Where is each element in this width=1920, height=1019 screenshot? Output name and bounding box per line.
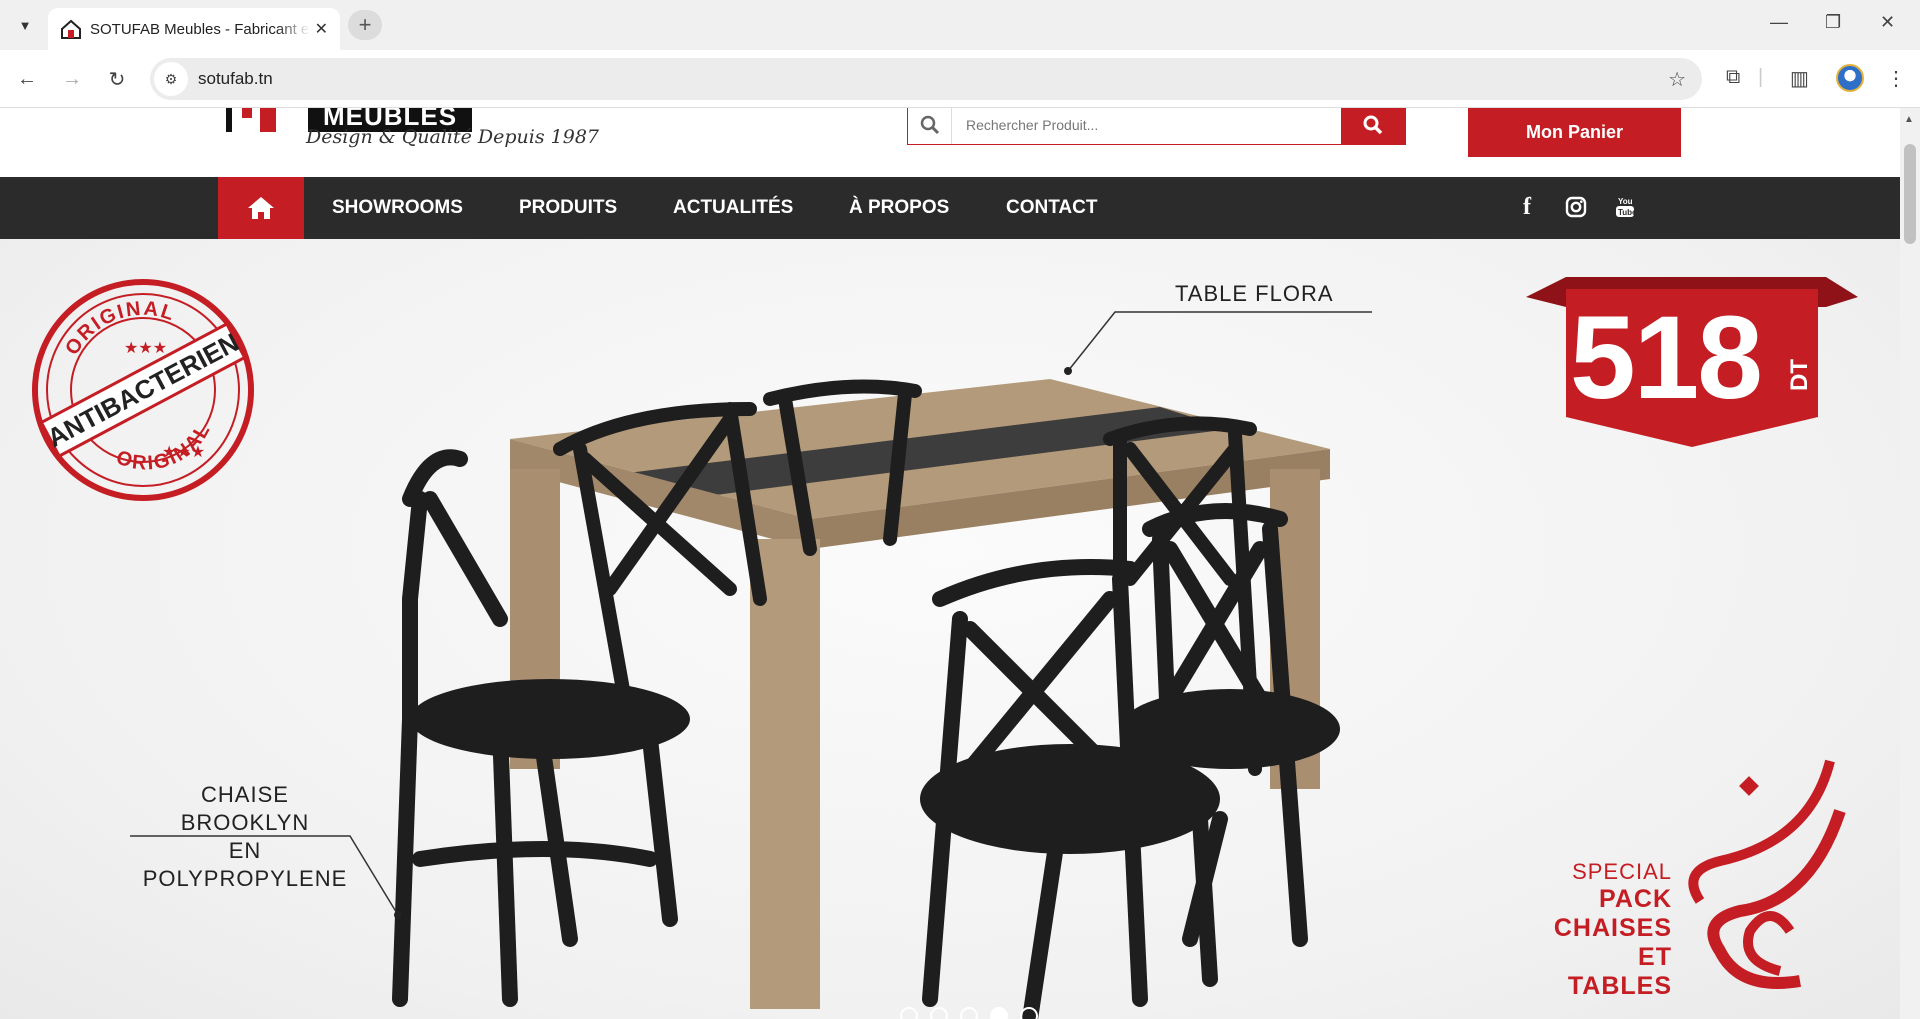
search-submit-button[interactable] (1341, 108, 1405, 144)
special-line-2: PACK (1599, 885, 1672, 913)
page-scrollbar[interactable]: ▲ (1900, 108, 1920, 1019)
new-tab-button[interactable]: + (348, 10, 382, 40)
youtube-icon[interactable]: You Tube (1611, 193, 1639, 221)
logo-tagline: Design & Qualité Depuis 1987 (306, 126, 600, 148)
close-window-icon[interactable]: ✕ (1880, 12, 1895, 33)
price-value: 518 (1570, 292, 1763, 424)
carousel-dot[interactable] (900, 1007, 918, 1019)
tab-search-chevron-icon[interactable]: ▼ (10, 10, 40, 40)
url-text[interactable]: sotufab.tn (198, 69, 273, 89)
scroll-thumb[interactable] (1904, 144, 1916, 244)
home-icon (248, 197, 274, 219)
search-input[interactable] (952, 108, 1341, 144)
back-icon[interactable]: ← (12, 64, 42, 94)
carousel-dots (900, 1007, 1038, 1019)
search-icon (908, 108, 952, 144)
logo-mark-icon[interactable] (220, 108, 292, 132)
search-submit-icon (1363, 115, 1383, 135)
carousel-dot[interactable] (1020, 1007, 1038, 1019)
main-navigation: SHOWROOMS PRODUITS ACTUALITÉS À PROPOS C… (0, 177, 1900, 239)
site-header: MEUBLES Design & Qualité Depuis 1987 Mon… (0, 108, 1900, 177)
house-favicon-icon (61, 19, 81, 39)
svg-text:You: You (1618, 197, 1633, 206)
special-line-4: ET TABLES (1567, 943, 1672, 1000)
site-info-icon[interactable]: ⚙ (154, 62, 188, 96)
forward-icon[interactable]: → (57, 64, 87, 94)
facebook-icon[interactable]: f (1513, 193, 1541, 221)
scroll-up-arrow-icon[interactable]: ▲ (1904, 114, 1914, 125)
browser-toolbar: ← → ↻ ⚙ sotufab.tn ☆ ⧉ | ▥ ⋮ (0, 50, 1920, 108)
nav-home-button[interactable] (218, 177, 304, 239)
chair-callout-label: CHAISE BROOKLYN EN POLYPROPYLENE (140, 781, 350, 893)
bookmark-star-icon[interactable]: ☆ (1668, 67, 1686, 92)
nav-item-produits[interactable]: PRODUITS (519, 177, 617, 239)
carousel-dot-active[interactable] (990, 1007, 1008, 1019)
nav-item-a-propos[interactable]: À PROPOS (849, 177, 949, 239)
nav-item-showrooms[interactable]: SHOWROOMS (332, 177, 463, 239)
carousel-dot[interactable] (960, 1007, 978, 1019)
browser-menu-icon[interactable]: ⋮ (1886, 66, 1906, 91)
price-currency: DT (1786, 359, 1813, 391)
special-line-1: SPECIAL (1572, 859, 1672, 884)
restore-icon[interactable]: ❐ (1825, 12, 1841, 33)
carousel-dot[interactable] (930, 1007, 948, 1019)
nav-item-actualites[interactable]: ACTUALITÉS (673, 177, 793, 239)
minimize-icon[interactable]: — (1770, 12, 1788, 33)
chair-callout-line-1: CHAISE BROOKLYN (180, 782, 310, 835)
special-pack-text: SPECIAL PACK CHAISES ET TABLES (1530, 859, 1672, 1001)
tab-close-icon[interactable]: ✕ (315, 19, 328, 39)
browser-tab[interactable]: SOTUFAB Meubles - Fabricant et ✕ (48, 8, 340, 50)
ramadan-calligraphy-logo (1688, 759, 1846, 989)
tab-title: SOTUFAB Meubles - Fabricant et (90, 20, 310, 38)
address-bar[interactable]: ⚙ sotufab.tn ☆ (150, 58, 1702, 100)
cart-button[interactable]: Mon Panier (1468, 108, 1681, 157)
nav-item-contact[interactable]: CONTACT (1006, 177, 1097, 239)
special-line-3: CHAISES (1553, 914, 1672, 942)
reload-icon[interactable]: ↻ (102, 64, 132, 94)
svg-text:Tube: Tube (1618, 208, 1635, 217)
instagram-icon[interactable] (1562, 193, 1590, 221)
extensions-icon[interactable]: ⧉ (1726, 66, 1740, 89)
website-viewport: MEUBLES Design & Qualité Depuis 1987 Mon… (0, 108, 1900, 1019)
hero-banner[interactable]: ORIGINAL ANTIBACTERIEN ORIGINAL ★★★ ★★★ (0, 239, 1900, 1019)
profile-avatar[interactable] (1836, 64, 1864, 92)
search-bar (907, 108, 1406, 145)
toolbar-divider: | (1758, 66, 1764, 88)
browser-tab-strip: ▼ SOTUFAB Meubles - Fabricant et ✕ + — ❐… (0, 0, 1920, 50)
side-panel-icon[interactable]: ▥ (1790, 66, 1809, 91)
chair-callout-line-2: EN POLYPROPYLENE (142, 838, 348, 891)
table-callout-label: TABLE FLORA (1175, 281, 1334, 306)
